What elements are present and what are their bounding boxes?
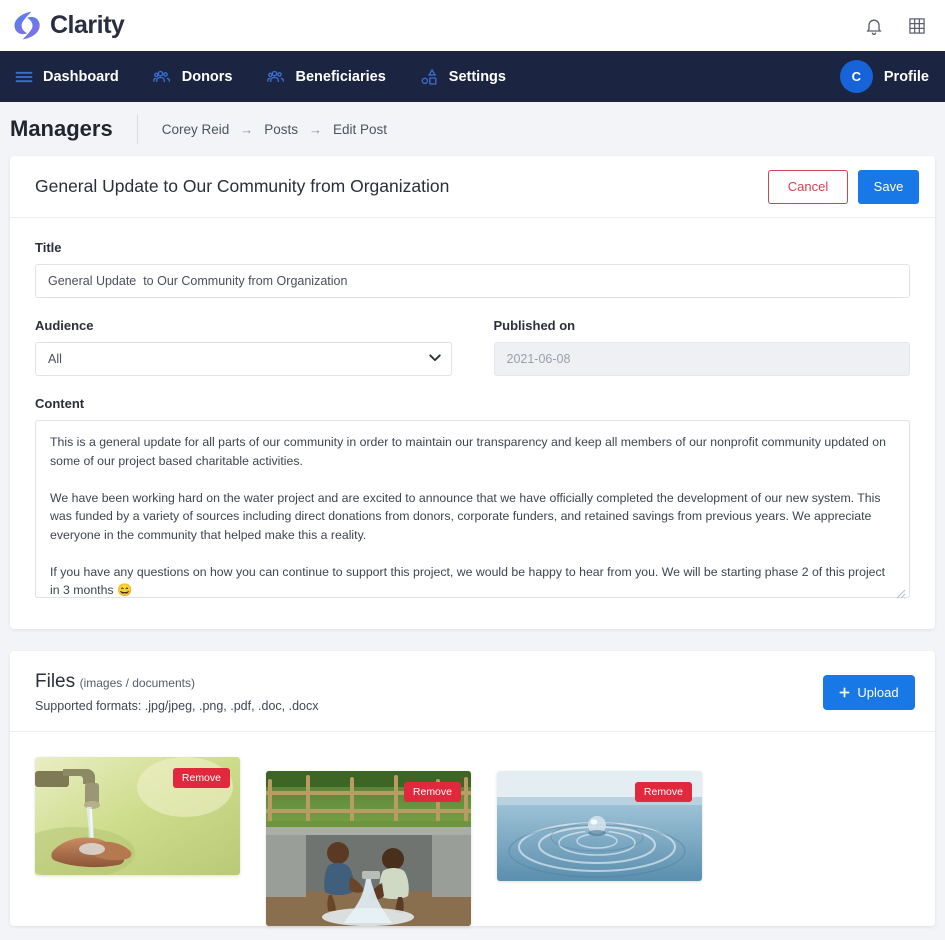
files-card-header: Files (images / documents) Supported for… — [10, 651, 935, 732]
brand-logo[interactable]: Clarity — [10, 9, 125, 43]
content-textarea[interactable]: This is a general update for all parts o… — [35, 420, 910, 598]
breadcrumb-separator: → — [240, 121, 254, 137]
remove-file-button[interactable]: Remove — [172, 768, 230, 788]
profile-menu[interactable]: C Profile — [839, 60, 929, 93]
header-divider — [136, 114, 138, 144]
upload-button[interactable]: Upload — [823, 675, 915, 710]
breadcrumb-item-user[interactable]: Corey Reid — [162, 122, 230, 137]
people-group-icon — [266, 70, 284, 82]
cancel-button[interactable]: Cancel — [768, 169, 848, 204]
file-thumbnail[interactable]: Remove — [497, 771, 702, 881]
content-field: Content This is a general update for all… — [35, 396, 910, 603]
breadcrumb-item-edit-post[interactable]: Edit Post — [333, 122, 387, 137]
page-title: Managers — [10, 116, 113, 141]
textarea-resize-handle[interactable] — [894, 587, 906, 599]
shapes-icon — [421, 68, 437, 85]
breadcrumb-item-posts[interactable]: Posts — [264, 122, 298, 137]
nav-item-beneficiaries[interactable]: Beneficiaries — [266, 67, 386, 87]
post-heading: General Update to Our Community from Org… — [35, 176, 450, 196]
edit-post-card: General Update to Our Community from Org… — [10, 156, 935, 629]
breadcrumb: Corey Reid → Posts → Edit Post — [162, 122, 387, 137]
breadcrumb-separator: → — [309, 121, 323, 137]
notification-bell-icon[interactable] — [864, 16, 884, 36]
nav-items: Dashboard Donors Beneficiaries Settings — [14, 67, 506, 87]
published-field: Published on — [493, 318, 910, 376]
edit-post-form: Title Audience All Published on — [10, 218, 935, 629]
plus-icon — [839, 687, 850, 698]
published-on-input — [493, 342, 910, 376]
top-bar: Clarity — [0, 0, 945, 51]
title-label: Title — [35, 240, 62, 255]
files-subtitle: (images / documents) — [79, 676, 195, 690]
hamburger-menu-icon — [15, 71, 33, 82]
avatar: C — [839, 60, 873, 93]
files-card: Files (images / documents) Supported for… — [10, 651, 935, 926]
nav-item-dashboard[interactable]: Dashboard — [14, 67, 119, 87]
clarity-logo-icon — [14, 11, 40, 39]
profile-label: Profile — [883, 68, 929, 85]
card-actions: Cancel Save — [768, 169, 919, 204]
brand-name: Clarity — [50, 11, 125, 39]
file-thumbnail-list: Remove Remove Remove — [10, 732, 935, 926]
nav-label-donors: Donors — [181, 68, 233, 85]
published-label: Published on — [493, 318, 576, 333]
title-input[interactable] — [35, 264, 910, 298]
file-thumbnail[interactable]: Remove — [35, 757, 240, 875]
file-thumbnail[interactable]: Remove — [266, 771, 471, 926]
files-title: Files — [35, 671, 76, 692]
files-heading-group: Files (images / documents) Supported for… — [35, 671, 319, 713]
people-group-icon — [152, 70, 170, 82]
nav-label-dashboard: Dashboard — [43, 68, 119, 85]
remove-file-button[interactable]: Remove — [634, 782, 692, 802]
form-row-audience-published: Audience All Published on — [35, 318, 910, 376]
audience-field: Audience All — [35, 318, 452, 376]
save-button[interactable]: Save — [858, 169, 919, 204]
grid-apps-icon[interactable] — [907, 16, 927, 36]
nav-item-settings[interactable]: Settings — [420, 67, 506, 87]
audience-select[interactable]: All — [35, 342, 452, 376]
top-bar-actions — [864, 16, 927, 36]
edit-post-card-header: General Update to Our Community from Org… — [10, 156, 935, 218]
page-header: Managers Corey Reid → Posts → Edit Post — [0, 102, 945, 156]
main-navbar: Dashboard Donors Beneficiaries Settings … — [0, 51, 945, 102]
upload-label: Upload — [857, 685, 899, 700]
nav-item-donors[interactable]: Donors — [152, 67, 233, 87]
content-label: Content — [35, 396, 85, 411]
remove-file-button[interactable]: Remove — [403, 782, 461, 802]
nav-label-beneficiaries: Beneficiaries — [295, 68, 386, 85]
files-supported-formats: Supported formats: .jpg/jpeg, .png, .pdf… — [35, 699, 319, 713]
audience-label: Audience — [35, 318, 94, 333]
files-title-row: Files (images / documents) — [35, 671, 319, 693]
nav-label-settings: Settings — [448, 68, 506, 85]
app-page: Clarity Dashboard Donors Beneficiaries S… — [0, 0, 945, 940]
